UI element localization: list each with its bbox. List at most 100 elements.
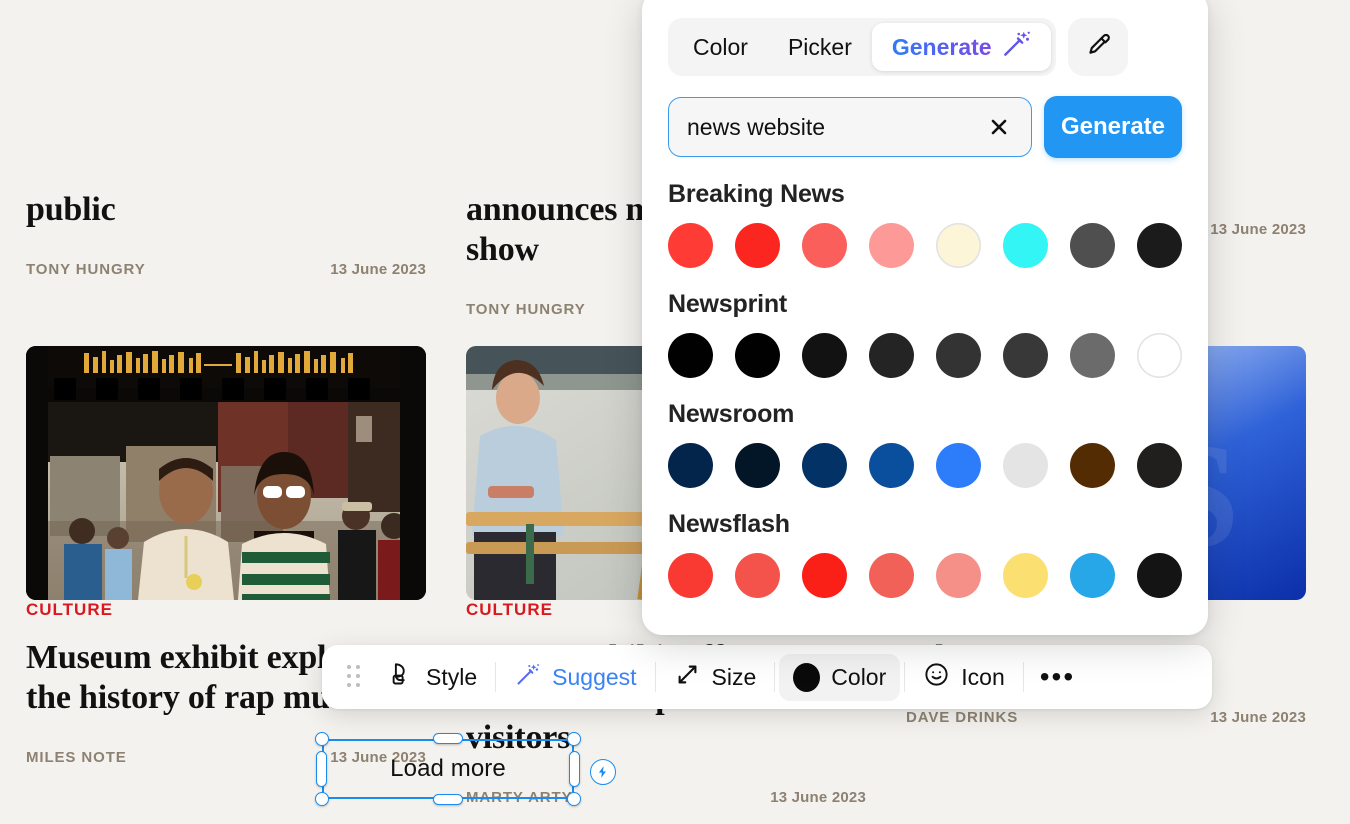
palette-swatch[interactable]: [936, 333, 981, 378]
palette-swatch[interactable]: [936, 443, 981, 488]
palette-group: Newsprint: [668, 290, 1182, 378]
palette-swatch[interactable]: [1070, 553, 1115, 598]
palette-swatch[interactable]: [668, 333, 713, 378]
resize-handle-top[interactable]: [433, 733, 463, 744]
resize-handle-right[interactable]: [569, 751, 580, 787]
magic-wand-icon: [514, 661, 541, 694]
selected-element-label: Load more: [390, 755, 506, 782]
toolbar-divider: [774, 662, 776, 692]
toolbar-item-suggest[interactable]: Suggest: [500, 652, 650, 703]
toolbar-divider: [904, 662, 906, 692]
magic-wand-icon: [1001, 29, 1031, 65]
toolbar-divider: [1022, 662, 1024, 692]
article-date: 13 June 2023: [1210, 221, 1306, 238]
tab-generate-label: Generate: [891, 33, 992, 60]
resize-handle-top-left[interactable]: [315, 732, 329, 746]
palette-prompt-input[interactable]: [687, 113, 983, 141]
toolbar-item-size[interactable]: Size: [660, 652, 771, 703]
article-card[interactable]: CULTURE Museum exhibit explores the hist…: [26, 346, 426, 806]
article-date: 13 June 2023: [330, 261, 426, 278]
drag-handle-icon[interactable]: [340, 664, 368, 690]
palette-swatch[interactable]: [936, 553, 981, 598]
color-generate-popover: Color Picker Generate news website Gener…: [642, 0, 1208, 635]
article-author: TONY HUNGRY: [466, 301, 586, 318]
palette-swatch[interactable]: [869, 223, 914, 268]
resize-handle-bottom-left[interactable]: [315, 792, 329, 806]
palette-list: Breaking News Newsprint Newsroom Newsfla…: [642, 158, 1208, 598]
toolbar-item-color-label: Color: [831, 663, 887, 690]
toolbar-item-icon-label: Icon: [961, 663, 1005, 690]
color-swatch-icon: [793, 662, 821, 692]
tab-color-label: Color: [693, 33, 748, 60]
palette-swatch[interactable]: [1137, 553, 1182, 598]
palette-swatch[interactable]: [936, 223, 981, 268]
palette-name: Newsprint: [668, 290, 788, 318]
palette-name: Newsroom: [668, 400, 795, 428]
toolbar-item-style[interactable]: Style: [374, 652, 491, 703]
resize-handle-left[interactable]: [316, 751, 327, 787]
palette-swatch[interactable]: [802, 553, 847, 598]
palette-swatch[interactable]: [735, 333, 780, 378]
article-author: TONY HUNGRY: [26, 261, 146, 278]
palette-swatch[interactable]: [1003, 443, 1048, 488]
resize-handle-top-right[interactable]: [567, 732, 581, 746]
resize-arrow-icon: [674, 661, 701, 694]
article-meta: TONY HUNGRY 13 June 2023: [26, 261, 426, 278]
article-date: 13 June 2023: [770, 789, 866, 806]
popover-tabs: Color Picker Generate: [668, 18, 1056, 76]
palette-swatch[interactable]: [802, 223, 847, 268]
palette-group: Newsroom: [668, 400, 1182, 488]
palette-swatch[interactable]: [1137, 443, 1182, 488]
palette-swatch[interactable]: [802, 443, 847, 488]
palette-swatch[interactable]: [869, 333, 914, 378]
palette-swatch[interactable]: [735, 553, 780, 598]
smiley-icon: [923, 661, 950, 694]
article-image-rap-duo: [26, 346, 426, 600]
palette-swatch[interactable]: [1003, 553, 1048, 598]
palette-swatch[interactable]: [735, 223, 780, 268]
toolbar-item-suggest-label: Suggest: [552, 663, 637, 690]
toolbar-divider: [495, 662, 497, 692]
palette-swatch[interactable]: [668, 223, 713, 268]
palette-swatch[interactable]: [869, 553, 914, 598]
palette-swatch[interactable]: [735, 443, 780, 488]
palette-swatch-row: [668, 443, 1182, 488]
palette-group: Breaking News: [668, 180, 1182, 268]
palette-swatch[interactable]: [668, 553, 713, 598]
palette-prompt-row: Generate: [642, 76, 1208, 158]
resize-handle-bottom[interactable]: [433, 794, 463, 805]
article-date: 13 June 2023: [1210, 709, 1306, 726]
palette-swatch[interactable]: [1003, 223, 1048, 268]
palette-swatch[interactable]: [869, 443, 914, 488]
palette-prompt-field[interactable]: [668, 97, 1032, 157]
close-x-icon[interactable]: [983, 111, 1015, 143]
eyedropper-icon: [1085, 32, 1111, 63]
eyedropper-button[interactable]: [1067, 18, 1128, 76]
article-author: MILES NOTE: [26, 749, 127, 766]
resize-handle-bottom-right[interactable]: [567, 792, 581, 806]
palette-swatch[interactable]: [1137, 333, 1182, 378]
palette-swatch-row: [668, 333, 1182, 378]
toolbar-more-button[interactable]: •••: [1028, 661, 1087, 693]
selected-element[interactable]: Load more: [315, 732, 616, 806]
toolbar-divider: [654, 662, 656, 692]
tab-picker[interactable]: Picker: [768, 23, 872, 71]
generate-palette-button[interactable]: Generate: [1044, 96, 1182, 158]
palette-swatch[interactable]: [668, 443, 713, 488]
lightning-bolt-icon[interactable]: [590, 759, 616, 785]
palette-name: Breaking News: [668, 180, 845, 208]
tab-generate[interactable]: Generate: [871, 23, 1051, 71]
article-card[interactable]: public TONY HUNGRY 13 June 2023: [26, 0, 426, 318]
palette-swatch[interactable]: [802, 333, 847, 378]
article-kicker: CULTURE: [26, 600, 113, 619]
palette-swatch[interactable]: [1070, 223, 1115, 268]
palette-swatch[interactable]: [1070, 333, 1115, 378]
palette-swatch[interactable]: [1003, 333, 1048, 378]
style-icon: [388, 661, 415, 694]
popover-header: Color Picker Generate: [642, 0, 1208, 76]
toolbar-item-color[interactable]: Color: [779, 653, 901, 701]
palette-swatch[interactable]: [1070, 443, 1115, 488]
tab-color[interactable]: Color: [673, 23, 768, 71]
toolbar-item-icon[interactable]: Icon: [909, 652, 1018, 703]
palette-swatch[interactable]: [1137, 223, 1182, 268]
